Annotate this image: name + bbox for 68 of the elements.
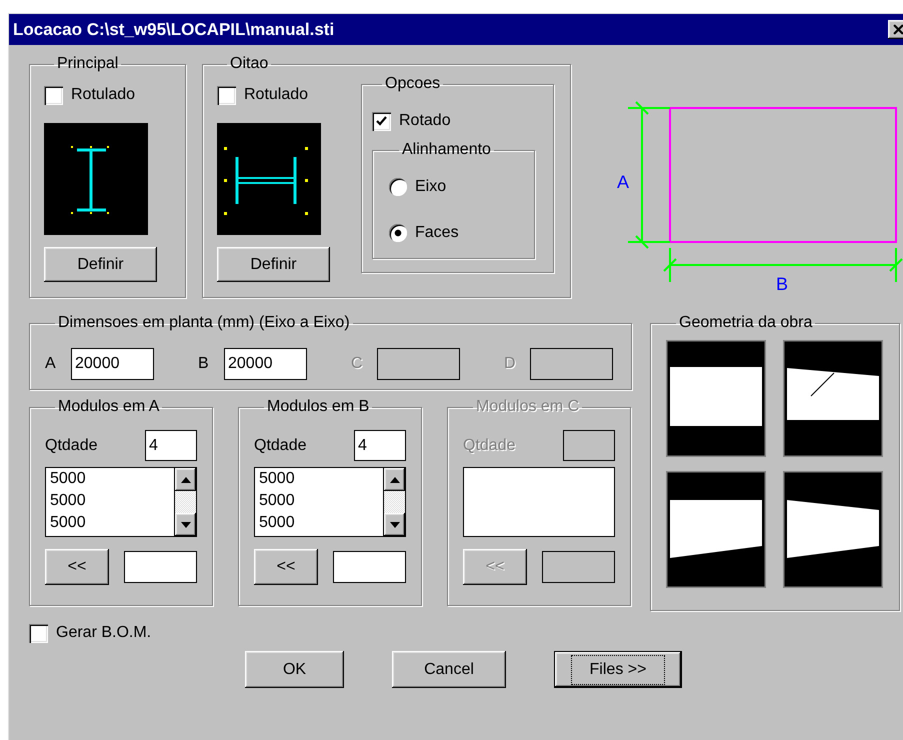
push-button[interactable]: OK [245,651,344,688]
text-field[interactable] [333,551,406,583]
field-label: Qtdade [463,436,516,456]
list-item[interactable]: 5000 [50,512,174,534]
text-field[interactable]: 4 [354,430,406,461]
checkbox-label[interactable]: Rotulado [244,83,308,107]
field-label: D [504,354,517,374]
arrow-down-icon [180,522,190,528]
text-field[interactable] [377,348,460,380]
geometry-thumbnail[interactable] [666,340,766,457]
list-item[interactable]: 5000 [259,490,383,512]
checkbox-label[interactable]: Rotulado [71,83,136,107]
list-item[interactable]: 5000 [50,468,174,490]
scroll-up-button[interactable] [384,468,405,491]
radio-label[interactable]: Faces [415,221,459,245]
field-label: Qtdade [254,436,306,456]
close-button[interactable] [888,20,903,39]
text-field[interactable] [530,348,613,380]
push-button[interactable]: << [45,549,109,585]
list-item[interactable]: 5000 [50,490,174,512]
text-field[interactable]: 20000 [71,348,154,380]
field-label: B [198,354,210,374]
dimension-label: B [776,274,788,294]
group-title: Modulos em B [266,398,370,416]
push-button[interactable]: Definir [217,247,330,282]
radio-button[interactable] [389,178,407,196]
arrow-up-icon [180,476,190,482]
checkbox[interactable] [217,86,236,104]
group-title: Opcoes [384,75,442,93]
text-field[interactable]: 20000 [224,348,307,380]
push-button[interactable]: << [254,549,318,585]
checkbox[interactable] [29,624,48,642]
window-title: Locacao C:\st_w95\LOCAPIL\manual.sti [13,18,334,41]
group-title: Alinhamento [401,141,492,159]
field-label: A [45,354,57,374]
push-button[interactable]: Cancel [392,651,506,688]
text-field[interactable] [124,551,197,583]
geometry-thumbnail[interactable] [666,471,766,588]
field-label: C [351,354,364,374]
geometry-thumbnail[interactable] [783,471,883,588]
list-item[interactable]: 5000 [259,512,383,534]
arrow-up-icon [390,476,400,482]
list-box[interactable]: 5000 5000 5000 [254,467,406,537]
checkbox-label[interactable]: Gerar B.O.M. [56,621,152,645]
radio-label[interactable]: Eixo [415,175,446,199]
group-title: Geometria da obra [678,314,814,332]
scroll-up-button[interactable] [175,468,196,491]
close-icon [890,22,903,37]
group-title: Principal [56,55,120,73]
group-title: Dimensoes em planta (mm) (Eixo a Eixo) [57,314,351,332]
list-box[interactable]: 5000 5000 5000 [45,467,197,537]
arrow-down-icon [390,522,400,528]
group-title: Oitao [229,55,270,73]
checkbox-label[interactable]: Rotado [399,109,451,133]
dimension-label: A [617,172,630,192]
push-button[interactable]: Files >> [554,651,682,688]
checkbox[interactable] [44,86,63,104]
field-label: Qtdade [45,436,98,456]
list-item[interactable]: 5000 [259,468,383,490]
check-icon [375,114,388,128]
text-field[interactable]: 4 [145,430,197,461]
group-title: Modulos em A [57,398,160,416]
radio-button[interactable] [389,224,407,242]
checkbox[interactable] [372,112,391,130]
geometry-thumbnail[interactable] [783,340,883,457]
scroll-down-button[interactable] [384,513,405,536]
scroll-down-button[interactable] [175,513,196,536]
push-button[interactable]: Definir [44,247,157,282]
